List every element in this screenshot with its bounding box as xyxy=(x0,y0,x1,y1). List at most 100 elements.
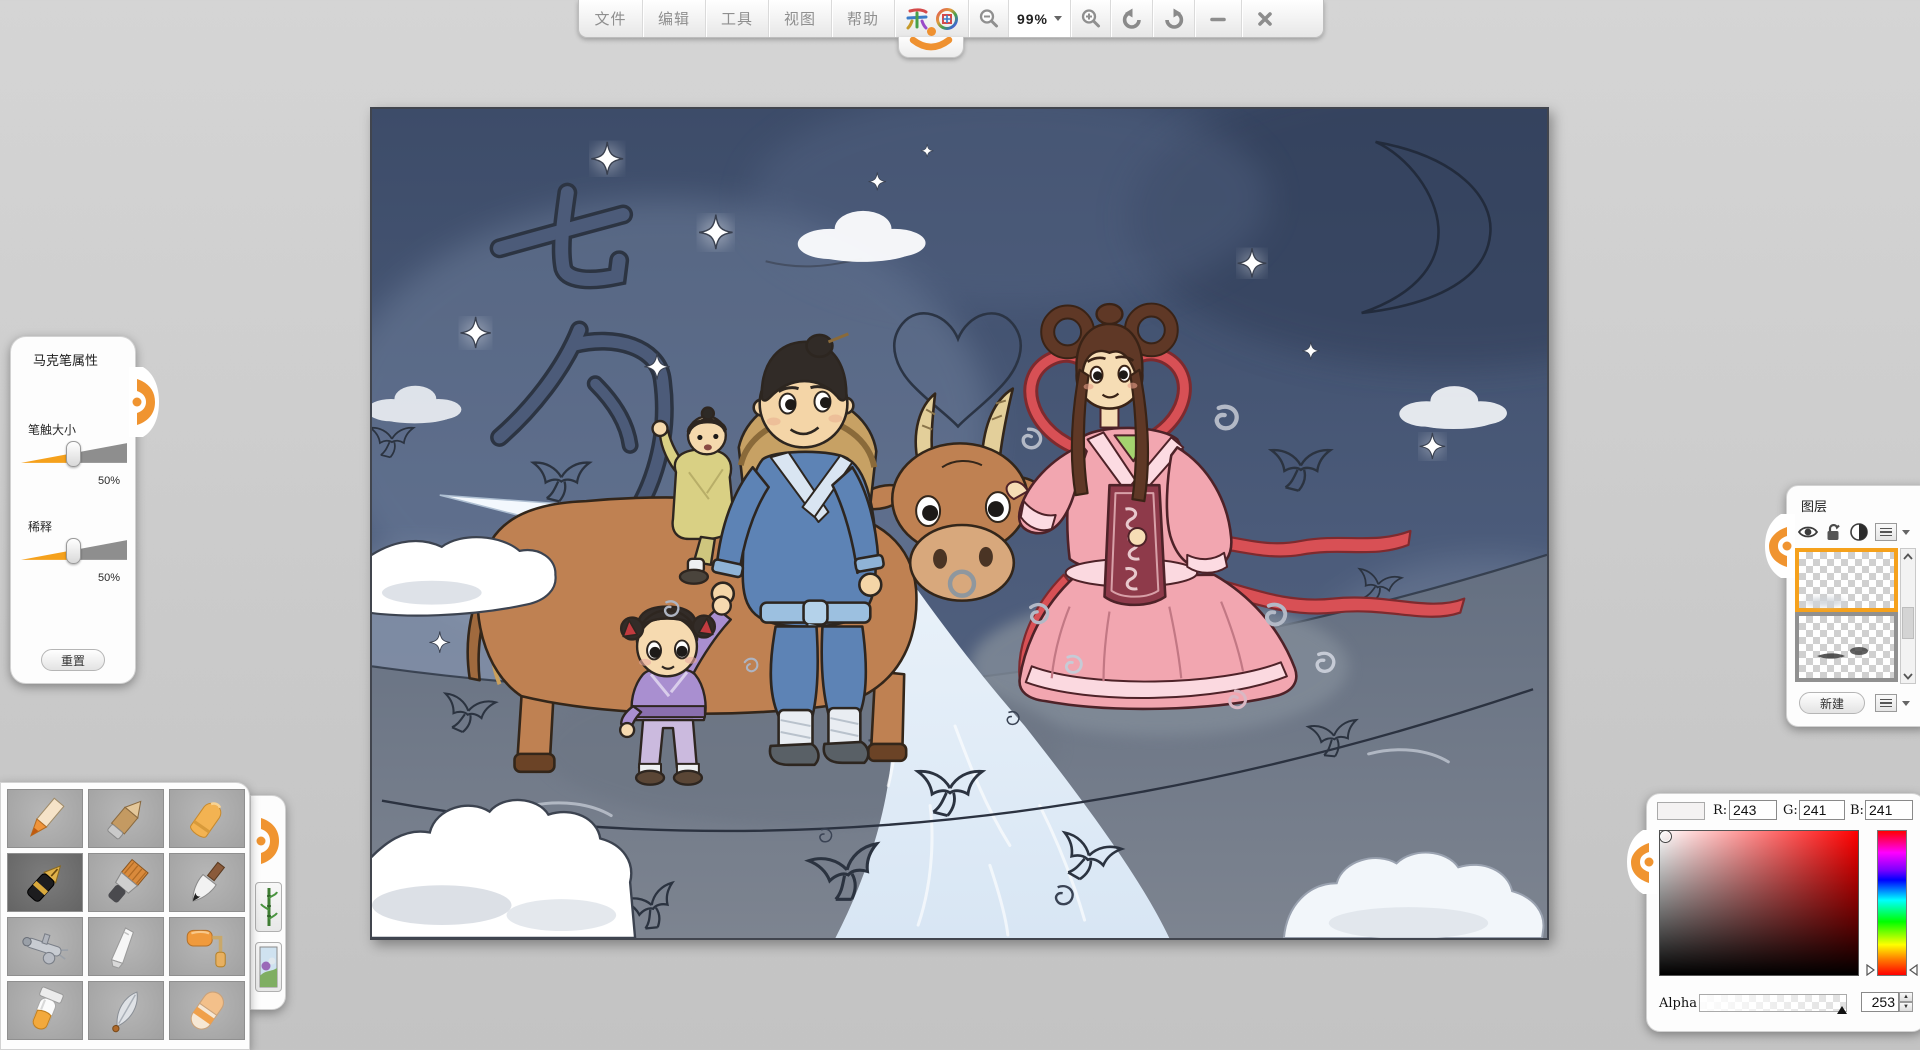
app-logo xyxy=(894,0,968,58)
alpha-input[interactable] xyxy=(1861,992,1899,1012)
brush-paint-roller[interactable] xyxy=(169,917,245,976)
palette-knife-icon xyxy=(110,926,134,969)
brush-palette-side-strip xyxy=(250,795,286,1010)
brush-flat-brush[interactable] xyxy=(88,853,164,912)
eye-icon xyxy=(1797,526,1819,538)
alpha-slider[interactable] xyxy=(1699,994,1847,1014)
saturation-value-picker[interactable] xyxy=(1659,830,1859,976)
color-picker-panel: R: G: B: Alpha ▲ ▼ xyxy=(1627,793,1920,1032)
bamboo-icon xyxy=(259,888,278,926)
green-label: G: xyxy=(1783,803,1798,818)
minimize-button[interactable] xyxy=(1194,0,1241,37)
brush-size-label: 笔触大小 xyxy=(28,423,77,437)
layers-panel: 图层 新建 xyxy=(1765,485,1920,727)
brush-blade-quill[interactable] xyxy=(88,981,164,1040)
undo-button[interactable] xyxy=(1110,0,1152,37)
undo-icon xyxy=(1122,8,1141,29)
panel-handle-icon[interactable] xyxy=(1765,514,1795,578)
zoom-level-value: 99% xyxy=(1016,10,1049,27)
fountain-pen-icon xyxy=(27,864,62,902)
blue-input[interactable] xyxy=(1865,800,1913,820)
airbrush-icon xyxy=(22,932,69,964)
new-layer-button[interactable]: 新建 xyxy=(1799,692,1865,714)
brush-fountain-pen[interactable] xyxy=(7,853,83,912)
layer-blend-button[interactable] xyxy=(1849,522,1869,547)
alpha-spinner[interactable]: ▲ ▼ xyxy=(1899,992,1913,1012)
layers-panel-title: 图层 xyxy=(1801,499,1828,514)
logo-smile-tab xyxy=(898,36,964,58)
hue-bar[interactable] xyxy=(1877,830,1907,976)
brush-paint-tube[interactable] xyxy=(7,981,83,1040)
layers-bottom-menu-button[interactable] xyxy=(1875,694,1897,712)
eraser-icon xyxy=(190,991,224,1030)
zoom-out-button[interactable] xyxy=(968,0,1008,37)
hue-marker-left-icon[interactable] xyxy=(1866,964,1875,976)
menu-view[interactable]: 视图 xyxy=(768,0,831,37)
picture-texture-button[interactable] xyxy=(255,942,282,992)
dilution-label: 稀释 xyxy=(28,520,53,534)
redo-icon xyxy=(1164,8,1183,29)
layers-scrollbar[interactable] xyxy=(1900,548,1916,684)
brush-pastel-stick[interactable] xyxy=(88,789,164,848)
hue-marker-right-icon[interactable] xyxy=(1909,964,1918,976)
bamboo-texture-button[interactable] xyxy=(255,882,282,932)
crayon-icon xyxy=(190,801,222,838)
layer-item-2[interactable] xyxy=(1795,612,1898,682)
close-icon xyxy=(1258,11,1272,26)
chevron-down-icon[interactable] xyxy=(1902,530,1910,535)
blade-quill-icon xyxy=(112,990,138,1032)
zoom-level-dropdown[interactable]: 99% xyxy=(1008,0,1070,37)
ink-brush-icon xyxy=(192,861,226,902)
layer-item-1[interactable] xyxy=(1795,548,1898,612)
main-toolbar: 文件 编辑 工具 视图 帮助 99% xyxy=(578,0,1324,58)
chevron-down-icon xyxy=(1903,672,1913,680)
red-input[interactable] xyxy=(1729,800,1777,820)
panel-handle-icon[interactable] xyxy=(253,810,283,872)
half-circle-icon xyxy=(1850,523,1868,541)
blue-label: B: xyxy=(1850,803,1864,818)
alpha-thumb[interactable] xyxy=(1836,1006,1847,1014)
reset-button[interactable]: 重置 xyxy=(41,649,105,671)
brush-ink-brush[interactable] xyxy=(169,853,245,912)
scroll-up-button[interactable] xyxy=(1901,549,1915,563)
dilution-handle[interactable] xyxy=(66,538,81,564)
paint-tube-icon xyxy=(31,986,64,1030)
layer-options-menu-button[interactable] xyxy=(1875,523,1897,541)
red-label: R: xyxy=(1713,803,1728,818)
spinner-down-icon[interactable]: ▼ xyxy=(1899,1002,1913,1012)
green-input[interactable] xyxy=(1799,800,1845,820)
dilution-value: 50% xyxy=(97,572,120,584)
brush-airbrush[interactable] xyxy=(7,917,83,976)
logo-nose-dot xyxy=(927,27,936,36)
scroll-down-button[interactable] xyxy=(1901,669,1915,683)
layer-lock-button[interactable] xyxy=(1824,522,1844,547)
panel-handle-icon[interactable] xyxy=(1627,830,1657,894)
sv-selector-ring[interactable] xyxy=(1659,830,1672,843)
redo-button[interactable] xyxy=(1152,0,1194,37)
brush-eraser[interactable] xyxy=(169,981,245,1040)
menu-help[interactable]: 帮助 xyxy=(831,0,894,37)
panel-handle-icon[interactable] xyxy=(129,367,159,437)
spinner-up-icon[interactable]: ▲ xyxy=(1899,992,1913,1002)
zoom-in-button[interactable] xyxy=(1070,0,1110,37)
zoom-out-icon xyxy=(979,8,998,27)
app-logo-left-glyph-icon xyxy=(906,7,927,29)
chevron-down-icon[interactable] xyxy=(1902,701,1910,706)
chevron-down-icon xyxy=(1054,16,1063,21)
brush-colored-pencil[interactable] xyxy=(7,789,83,848)
brush-palette-knife[interactable] xyxy=(88,917,164,976)
alpha-label: Alpha xyxy=(1659,996,1697,1011)
layer-visibility-button[interactable] xyxy=(1797,522,1819,547)
menu-edit[interactable]: 编辑 xyxy=(642,0,705,37)
drawing-canvas[interactable] xyxy=(370,107,1549,940)
close-button[interactable] xyxy=(1241,0,1288,37)
menu-file[interactable]: 文件 xyxy=(579,0,642,37)
chevron-up-icon xyxy=(1903,552,1913,560)
zoom-in-icon xyxy=(1081,8,1100,27)
brush-size-slider[interactable] xyxy=(21,441,127,467)
brush-size-handle[interactable] xyxy=(66,441,81,467)
brush-crayon[interactable] xyxy=(169,789,245,848)
menu-tools[interactable]: 工具 xyxy=(705,0,768,37)
scrollbar-thumb[interactable] xyxy=(1902,607,1914,639)
dilution-slider[interactable] xyxy=(21,538,127,564)
